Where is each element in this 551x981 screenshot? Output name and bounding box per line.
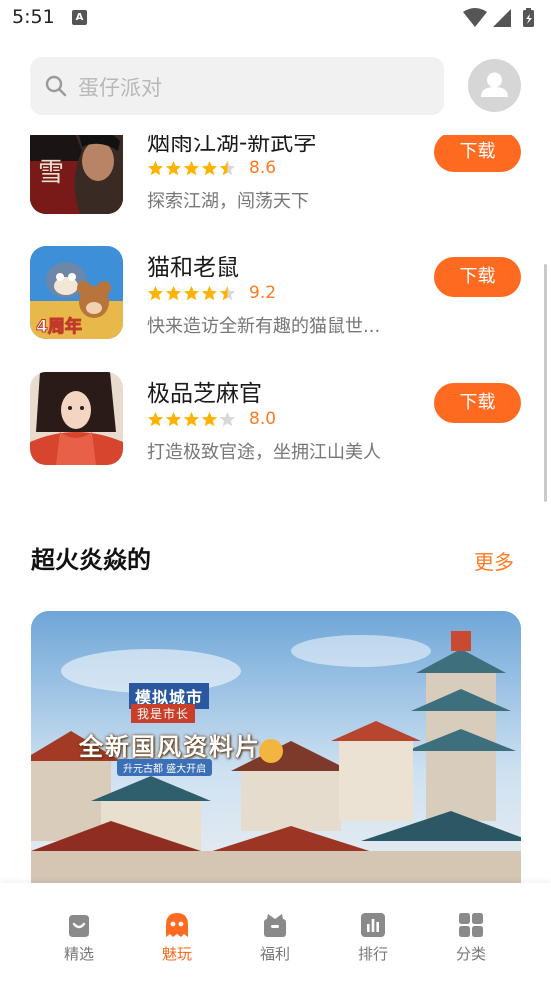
svg-text:4周年: 4周年 bbox=[36, 316, 82, 337]
game-list: 雪 烟雨江湖-新武学 8.6 探索江湖，闯荡天下 下载 4周年 猫和老鼠 9.2… bbox=[0, 135, 551, 485]
banner-image[interactable]: 模拟城市 我是市长 全新国风资料片 升元古都 盛大开启 bbox=[31, 611, 521, 883]
search-icon bbox=[45, 75, 67, 97]
signal-icon bbox=[493, 9, 511, 27]
star-half-icon bbox=[219, 285, 236, 300]
download-button[interactable]: 下载 bbox=[434, 257, 521, 297]
gift-icon bbox=[264, 914, 286, 937]
nav-label: 精选 bbox=[63, 945, 94, 963]
scrollbar[interactable] bbox=[544, 264, 547, 502]
list-item[interactable]: 4周年 猫和老鼠 9.2 快来造访全新有趣的猫鼠世... 下载 bbox=[0, 246, 551, 346]
tom-and-jerry-game-icon: 4周年 bbox=[30, 246, 123, 339]
game-name: 极品芝麻官 bbox=[147, 381, 262, 407]
star-full-icon bbox=[165, 160, 182, 175]
game-description: 快来造访全新有趣的猫鼠世... bbox=[147, 316, 381, 337]
star-full-icon bbox=[165, 411, 182, 426]
rating-value: 8.0 bbox=[249, 409, 277, 429]
star-rating bbox=[147, 411, 236, 428]
star-full-icon bbox=[183, 160, 200, 175]
bottom-nav: 精选 魅玩 福利 排行 分类 bbox=[0, 883, 551, 981]
nav-item-category[interactable]: 分类 bbox=[436, 911, 506, 971]
search-input[interactable]: 蛋仔派对 bbox=[30, 57, 444, 115]
banner-tag: 升元古都 盛大开启 bbox=[117, 759, 213, 776]
game-name: 猫和老鼠 bbox=[147, 255, 239, 281]
star-full-icon bbox=[183, 411, 200, 426]
banner-slogan: 全新国风资料片 bbox=[79, 732, 261, 761]
star-full-icon bbox=[201, 160, 218, 175]
svg-text:雪: 雪 bbox=[38, 158, 64, 188]
chart-icon bbox=[361, 913, 385, 937]
star-full-icon bbox=[165, 285, 182, 300]
star-full-icon bbox=[147, 160, 164, 175]
list-item[interactable]: 极品芝麻官 8.0 打造极致官途，坐拥江山美人 下载 bbox=[0, 372, 551, 472]
game-description: 探索江湖，闯荡天下 bbox=[147, 191, 309, 212]
list-item[interactable]: 雪 烟雨江湖-新武学 8.6 探索江湖，闯荡天下 下载 bbox=[0, 135, 551, 221]
status-time: 5:51 bbox=[12, 6, 55, 28]
ghost-icon bbox=[166, 913, 188, 937]
game-name: 烟雨江湖-新武学 bbox=[147, 135, 317, 156]
star-rating bbox=[147, 160, 236, 177]
rating: 8.0 bbox=[147, 408, 276, 430]
star-full-icon bbox=[183, 285, 200, 300]
martial-arts-game-icon: 雪 bbox=[30, 135, 123, 214]
notification-a-icon: A bbox=[72, 10, 87, 25]
download-button[interactable]: 下载 bbox=[434, 135, 521, 172]
rating-value: 9.2 bbox=[249, 283, 277, 303]
rating-value: 8.6 bbox=[249, 158, 277, 178]
status-icons bbox=[463, 8, 534, 27]
official-game-icon bbox=[30, 372, 123, 465]
more-link[interactable]: 更多 bbox=[474, 546, 514, 575]
avatar[interactable] bbox=[468, 59, 521, 112]
nav-item-ranking[interactable]: 排行 bbox=[338, 911, 408, 971]
status-bar: 5:51 A bbox=[0, 0, 551, 38]
section-title: 超火炎焱的 bbox=[31, 546, 151, 574]
user-icon bbox=[481, 72, 508, 97]
star-full-icon bbox=[147, 285, 164, 300]
star-full-icon bbox=[201, 285, 218, 300]
nav-label: 分类 bbox=[455, 945, 486, 963]
star-rating bbox=[147, 285, 236, 302]
nav-label: 福利 bbox=[259, 945, 290, 963]
bag-icon bbox=[69, 915, 89, 937]
rating: 8.6 bbox=[147, 157, 276, 179]
wifi-icon bbox=[463, 8, 487, 27]
nav-item-benefits[interactable]: 福利 bbox=[240, 911, 310, 971]
rating: 9.2 bbox=[147, 282, 276, 304]
star-full-icon bbox=[201, 411, 218, 426]
nav-label: 排行 bbox=[357, 945, 388, 963]
star-empty-icon bbox=[219, 411, 236, 426]
download-button[interactable]: 下载 bbox=[434, 383, 521, 423]
game-description: 打造极致官途，坐拥江山美人 bbox=[147, 442, 381, 463]
banner-subtitle: 我是市长 bbox=[131, 704, 196, 723]
star-half-icon bbox=[219, 160, 236, 175]
star-full-icon bbox=[147, 411, 164, 426]
nav-item-play[interactable]: 魅玩 bbox=[142, 911, 212, 971]
nav-item-featured[interactable]: 精选 bbox=[44, 911, 114, 971]
grid-icon bbox=[459, 913, 483, 937]
search-placeholder: 蛋仔派对 bbox=[78, 76, 162, 100]
nav-label: 魅玩 bbox=[161, 945, 192, 963]
